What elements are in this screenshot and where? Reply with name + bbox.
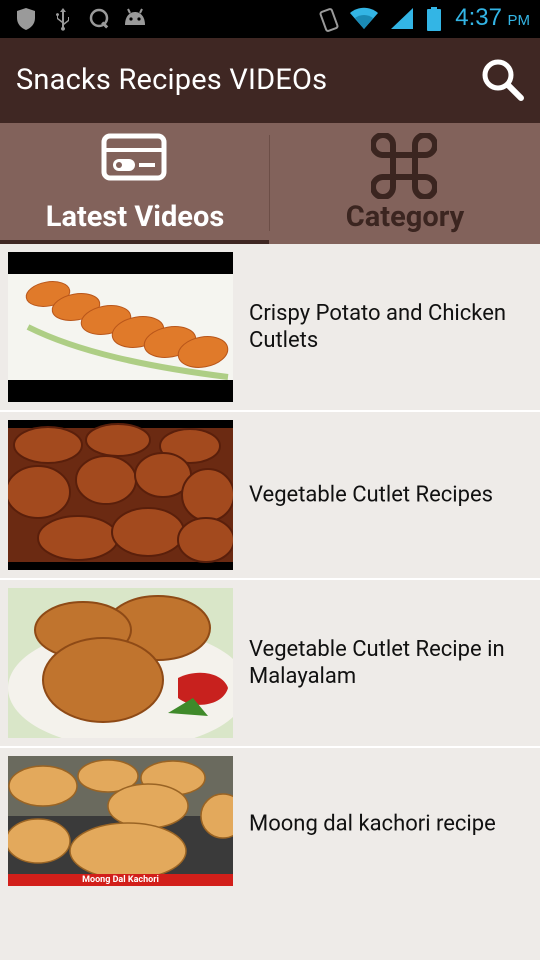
tab-latest-videos[interactable]: Latest Videos [0, 123, 270, 244]
battery-icon [427, 7, 441, 31]
list-item[interactable]: Vegetable Cutlet Recipe in Malayalam [0, 580, 540, 748]
video-list: Crispy Potato and Chicken Cutlets Vegeta… [0, 244, 540, 916]
video-title: Moong dal kachori recipe [249, 811, 496, 837]
action-bar: Snacks Recipes VIDEOs [0, 38, 540, 123]
video-thumbnail [8, 588, 233, 738]
video-title: Vegetable Cutlet Recipes [249, 482, 493, 508]
signal-icon [391, 8, 413, 29]
video-thumbnail [8, 420, 233, 570]
wifi-icon [350, 7, 378, 29]
list-item[interactable]: Crispy Potato and Chicken Cutlets [0, 244, 540, 412]
command-icon [371, 133, 437, 199]
tab-latest-videos-label: Latest Videos [45, 200, 225, 234]
video-title: Vegetable Cutlet Recipe in Malayalam [249, 637, 505, 689]
status-bar: 4:37 PM [0, 0, 540, 38]
debug-icon [89, 8, 109, 29]
status-time: 4:37 [455, 4, 502, 31]
search-icon [482, 59, 524, 101]
tab-category[interactable]: Category [270, 123, 540, 244]
tab-category-label: Category [345, 200, 465, 234]
usb-icon [56, 8, 69, 31]
status-ampm: PM [507, 12, 531, 29]
thumbnail-caption: Moong Dal Kachori [82, 875, 159, 885]
list-item[interactable]: Vegetable Cutlet Recipes [0, 412, 540, 580]
video-title: Crispy Potato and Chicken Cutlets [249, 301, 507, 353]
android-icon [125, 8, 145, 25]
video-card-icon [101, 133, 167, 181]
tab-bar: Latest Videos Category [0, 123, 540, 244]
video-thumbnail [8, 252, 233, 402]
shield-icon [17, 8, 35, 30]
vibrate-icon [319, 8, 339, 32]
app-title: Snacks Recipes VIDEOs [16, 63, 328, 97]
video-thumbnail: Moong Dal Kachori [8, 756, 233, 886]
list-item[interactable]: Moong Dal Kachori Moong dal kachori reci… [0, 748, 540, 916]
search-button[interactable] [478, 55, 528, 105]
